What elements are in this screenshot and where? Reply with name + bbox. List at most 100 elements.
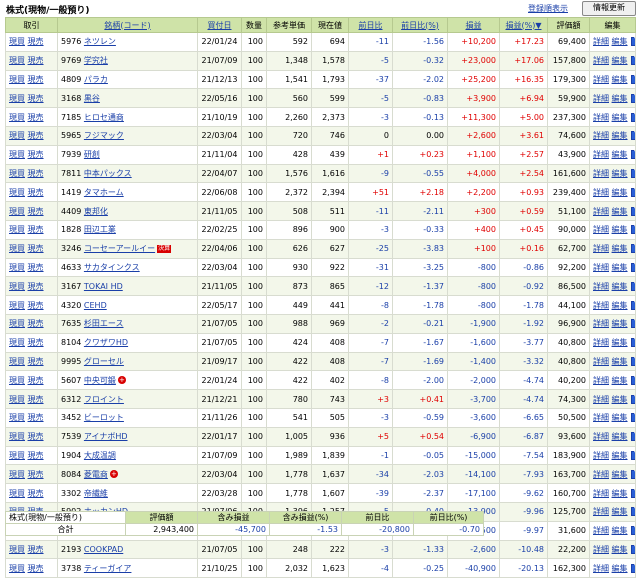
detail-link[interactable]: 詳細 bbox=[593, 244, 609, 253]
sell-link[interactable]: 現売 bbox=[28, 37, 44, 46]
buy-link[interactable]: 現買 bbox=[9, 131, 25, 140]
stock-name-link[interactable]: サカタインクス bbox=[84, 263, 140, 272]
detail-link[interactable]: 詳細 bbox=[593, 263, 609, 272]
mail-icon[interactable] bbox=[630, 74, 635, 84]
stock-name-link[interactable]: ティーガイア bbox=[84, 564, 132, 573]
sell-link[interactable]: 現売 bbox=[28, 94, 44, 103]
stock-name-link[interactable]: ネツレン bbox=[84, 37, 116, 46]
sell-link[interactable]: 現売 bbox=[28, 470, 44, 479]
stock-name-link[interactable]: 杉田エース bbox=[84, 319, 124, 328]
mail-icon[interactable] bbox=[630, 112, 635, 122]
sell-link[interactable]: 現売 bbox=[28, 376, 44, 385]
buy-link[interactable]: 現買 bbox=[9, 150, 25, 159]
col-pl-pct[interactable]: 損益(%)▼ bbox=[499, 17, 548, 33]
edit-link[interactable]: 編集 bbox=[612, 244, 628, 253]
buy-link[interactable]: 現買 bbox=[9, 56, 25, 65]
mail-icon[interactable] bbox=[630, 450, 635, 460]
stock-name-link[interactable]: アイナボHD bbox=[84, 432, 128, 441]
buy-link[interactable]: 現買 bbox=[9, 376, 25, 385]
mail-icon[interactable] bbox=[630, 413, 635, 423]
mail-icon[interactable] bbox=[630, 507, 635, 517]
stock-name-link[interactable]: 菱電商 bbox=[84, 470, 108, 479]
buy-link[interactable]: 現買 bbox=[9, 319, 25, 328]
buy-link[interactable]: 現買 bbox=[9, 451, 25, 460]
sell-link[interactable]: 現売 bbox=[28, 225, 44, 234]
sell-link[interactable]: 現売 bbox=[28, 169, 44, 178]
detail-link[interactable]: 詳細 bbox=[593, 376, 609, 385]
buy-link[interactable]: 現買 bbox=[9, 357, 25, 366]
detail-link[interactable]: 詳細 bbox=[593, 282, 609, 291]
detail-link[interactable]: 詳細 bbox=[593, 169, 609, 178]
buy-link[interactable]: 現買 bbox=[9, 75, 25, 84]
buy-link[interactable]: 現買 bbox=[9, 564, 25, 573]
buy-link[interactable]: 現買 bbox=[9, 545, 25, 554]
edit-link[interactable]: 編集 bbox=[612, 56, 628, 65]
stock-name-link[interactable]: ビーロット bbox=[84, 413, 124, 422]
edit-link[interactable]: 編集 bbox=[612, 470, 628, 479]
buy-link[interactable]: 現買 bbox=[9, 188, 25, 197]
stock-name-link[interactable]: TOKAI HD bbox=[84, 282, 123, 291]
buy-link[interactable]: 現買 bbox=[9, 432, 25, 441]
stock-name-link[interactable]: COOKPAD bbox=[84, 545, 123, 554]
sell-link[interactable]: 現売 bbox=[28, 188, 44, 197]
edit-link[interactable]: 編集 bbox=[612, 564, 628, 573]
buy-link[interactable]: 現買 bbox=[9, 225, 25, 234]
stock-name-link[interactable]: グローセル bbox=[84, 357, 124, 366]
buy-link[interactable]: 現買 bbox=[9, 301, 25, 310]
mail-icon[interactable] bbox=[630, 375, 635, 385]
register-order-link[interactable]: 登録順表示 bbox=[528, 3, 568, 14]
sell-link[interactable]: 現売 bbox=[28, 489, 44, 498]
edit-link[interactable]: 編集 bbox=[612, 169, 628, 178]
mail-icon[interactable] bbox=[630, 37, 635, 47]
detail-link[interactable]: 詳細 bbox=[593, 413, 609, 422]
mail-icon[interactable] bbox=[630, 225, 635, 235]
edit-link[interactable]: 編集 bbox=[612, 432, 628, 441]
buy-link[interactable]: 現買 bbox=[9, 282, 25, 291]
stock-name-link[interactable]: 田辺工業 bbox=[84, 225, 116, 234]
sell-link[interactable]: 現売 bbox=[28, 150, 44, 159]
sell-link[interactable]: 現売 bbox=[28, 564, 44, 573]
buy-link[interactable]: 現買 bbox=[9, 207, 25, 216]
mail-icon[interactable] bbox=[630, 168, 635, 178]
mail-icon[interactable] bbox=[630, 281, 635, 291]
sell-link[interactable]: 現売 bbox=[28, 207, 44, 216]
detail-link[interactable]: 詳細 bbox=[593, 432, 609, 441]
detail-link[interactable]: 詳細 bbox=[593, 150, 609, 159]
mail-icon[interactable] bbox=[630, 338, 635, 348]
stock-name-link[interactable]: 中本パックス bbox=[84, 169, 132, 178]
detail-link[interactable]: 詳細 bbox=[593, 131, 609, 140]
buy-link[interactable]: 現買 bbox=[9, 263, 25, 272]
mail-icon[interactable] bbox=[630, 432, 635, 442]
edit-link[interactable]: 編集 bbox=[612, 357, 628, 366]
stock-name-link[interactable]: 研創 bbox=[84, 150, 100, 159]
sell-link[interactable]: 現売 bbox=[28, 75, 44, 84]
edit-link[interactable]: 編集 bbox=[612, 263, 628, 272]
buy-link[interactable]: 現買 bbox=[9, 395, 25, 404]
detail-link[interactable]: 詳細 bbox=[593, 301, 609, 310]
mail-icon[interactable] bbox=[630, 206, 635, 216]
mail-icon[interactable] bbox=[630, 469, 635, 479]
detail-link[interactable]: 詳細 bbox=[593, 338, 609, 347]
detail-link[interactable]: 詳細 bbox=[593, 75, 609, 84]
edit-link[interactable]: 編集 bbox=[612, 131, 628, 140]
stock-name-link[interactable]: CEHD bbox=[84, 301, 107, 310]
edit-link[interactable]: 編集 bbox=[612, 413, 628, 422]
sell-link[interactable]: 現売 bbox=[28, 451, 44, 460]
mail-icon[interactable] bbox=[630, 488, 635, 498]
detail-link[interactable]: 詳細 bbox=[593, 564, 609, 573]
edit-link[interactable]: 編集 bbox=[612, 507, 628, 516]
detail-link[interactable]: 詳細 bbox=[593, 319, 609, 328]
mail-icon[interactable] bbox=[630, 93, 635, 103]
stock-name-link[interactable]: コーセーアールイー bbox=[84, 244, 155, 253]
detail-link[interactable]: 詳細 bbox=[593, 225, 609, 234]
stock-name-link[interactable]: フジマック bbox=[84, 131, 124, 140]
edit-link[interactable]: 編集 bbox=[612, 338, 628, 347]
buy-link[interactable]: 現買 bbox=[9, 113, 25, 122]
stock-name-link[interactable]: クワザワHD bbox=[84, 338, 128, 347]
edit-link[interactable]: 編集 bbox=[612, 113, 628, 122]
sell-link[interactable]: 現売 bbox=[28, 413, 44, 422]
buy-link[interactable]: 現買 bbox=[9, 94, 25, 103]
detail-link[interactable]: 詳細 bbox=[593, 395, 609, 404]
edit-link[interactable]: 編集 bbox=[612, 225, 628, 234]
edit-link[interactable]: 編集 bbox=[612, 37, 628, 46]
